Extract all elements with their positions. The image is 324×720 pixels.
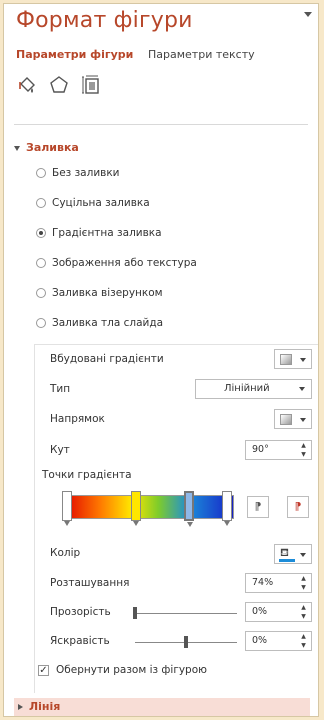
color-picker-button[interactable]: ⛾ [274,544,312,564]
transparency-label: Прозорість [50,606,111,618]
direction-button[interactable] [274,409,312,429]
color-label: Колір [50,547,81,559]
line-section-title: Лінія [29,700,61,713]
gradient-swatch-icon [280,354,292,365]
dropdown-arrow-icon [300,358,306,362]
transparency-spinner[interactable]: 0% ▲ ▼ [245,602,312,622]
radio-label: Градієнтна заливка [52,227,162,239]
direction-label: Напрямок [50,413,105,425]
format-shape-pane: Формат фігури Параметри фігури Параметри… [3,3,319,717]
transparency-value: 0% [252,606,268,617]
type-select-value: Лінійний [224,383,270,394]
radio-label: Без заливки [52,167,120,179]
brightness-slider-thumb[interactable] [184,636,188,648]
radio-gradient-fill[interactable]: Градієнтна заливка [36,227,162,239]
gradient-stop[interactable] [130,491,141,526]
size-properties-icon[interactable] [80,74,102,96]
direction-swatch-icon [280,414,292,425]
radio-solid-fill[interactable]: Суцільна заливка [36,197,150,209]
position-value: 74% [252,577,274,588]
spin-down-icon[interactable]: ▼ [299,451,308,459]
fill-line-icon[interactable] [16,74,38,96]
pane-options-dropdown[interactable] [304,12,312,17]
radio-button[interactable] [36,168,46,178]
fill-section-title: Заливка [26,141,79,154]
spin-up-icon[interactable]: ▲ [299,604,308,612]
gradient-stop[interactable] [62,491,73,526]
spin-down-icon[interactable]: ▼ [299,584,308,592]
radio-label: Заливка тла слайда [52,317,164,329]
spin-down-icon[interactable]: ▼ [299,613,308,621]
preset-gradients-button[interactable] [274,349,312,369]
gradient-stops-bar[interactable] [62,495,234,519]
radio-button[interactable] [36,288,46,298]
transparency-slider-track[interactable] [135,613,237,614]
spin-down-icon[interactable]: ▼ [299,642,308,650]
dropdown-arrow-icon [299,387,305,391]
radio-button[interactable] [36,318,46,328]
spin-up-icon[interactable]: ▲ [299,442,308,450]
radio-slide-background-fill[interactable]: Заливка тла слайда [36,317,163,329]
radio-button[interactable] [36,198,46,208]
angle-spinner[interactable]: 90° ▲ ▼ [245,440,312,460]
type-select[interactable]: Лінійний [195,379,312,399]
radio-button[interactable] [36,258,46,268]
gradient-stop[interactable] [222,491,233,526]
position-label: Розташування [50,577,130,589]
radio-label: Зображення або текстура [52,257,197,269]
radio-label: Заливка візерунком [52,287,163,299]
spin-up-icon[interactable]: ▲ [299,633,308,641]
transparency-slider-thumb[interactable] [133,607,137,619]
tab-text-options[interactable]: Параметри тексту [148,48,255,61]
remove-gradient-stop-button[interactable]: ⁋ [287,496,309,518]
radio-button-selected[interactable] [36,228,46,238]
angle-value: 90° [252,444,269,455]
dropdown-arrow-icon [300,418,306,422]
expand-triangle-icon [18,704,23,710]
collapse-triangle-icon [14,145,20,151]
dropdown-arrow-icon [300,553,306,557]
brightness-spinner[interactable]: 0% ▲ ▼ [245,631,312,651]
radio-no-fill[interactable]: Без заливки [36,167,120,179]
divider [14,124,308,125]
position-spinner[interactable]: 74% ▲ ▼ [245,573,312,593]
paint-bucket-icon: ⛾ [280,546,289,559]
rotate-with-shape-label: Обернути разом із фігурою [56,664,207,676]
brightness-value: 0% [252,635,268,646]
type-label: Тип [50,383,71,395]
fill-section-header[interactable]: Заливка [14,141,79,154]
radio-pattern-fill[interactable]: Заливка візерунком [36,287,163,299]
radio-picture-fill[interactable]: Зображення або текстура [36,257,197,269]
brightness-label: Яскравість [50,635,110,647]
current-color-bar [279,559,295,562]
rotate-with-shape-checkbox[interactable]: ✓ [38,665,49,676]
radio-label: Суцільна заливка [52,197,150,209]
preset-gradients-label: Вбудовані градієнти [50,353,164,365]
line-section-header[interactable]: Лінія [14,698,310,716]
effects-icon[interactable] [48,74,70,96]
angle-label: Кут [50,444,70,456]
tab-shape-options[interactable]: Параметри фігури [16,48,133,61]
add-gradient-stop-button[interactable]: ⁋ [247,496,269,518]
gradient-stop[interactable] [184,491,195,527]
pane-title: Формат фігури [16,8,193,33]
spin-up-icon[interactable]: ▲ [299,575,308,583]
gradient-stops-label: Точки градієнта [42,469,132,481]
